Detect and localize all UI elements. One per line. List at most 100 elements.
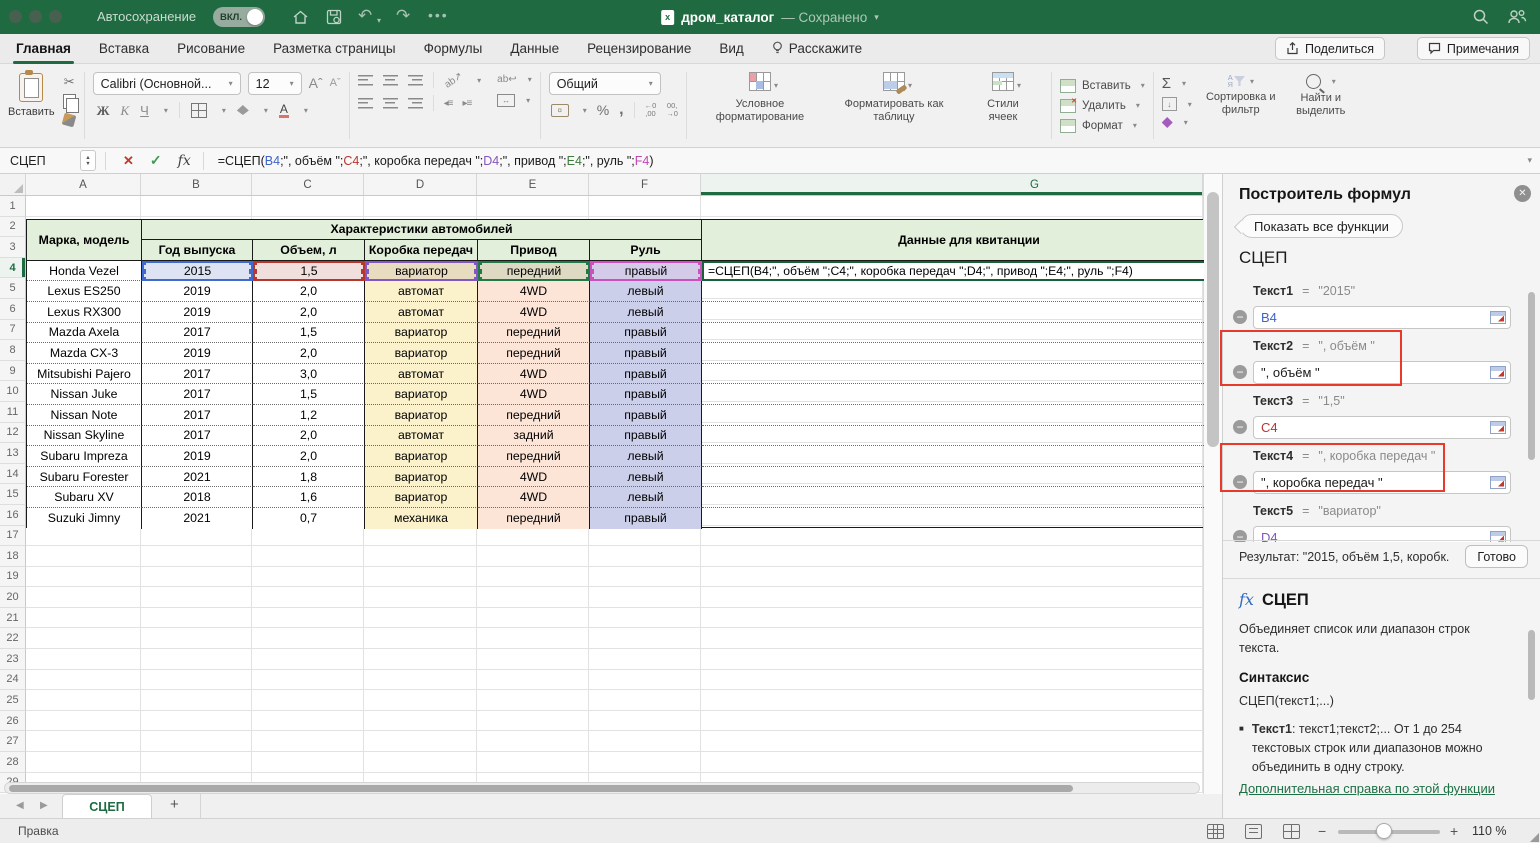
window-close-button[interactable]	[9, 10, 22, 23]
row-header-10[interactable]: 10	[0, 381, 26, 402]
window-minimize-button[interactable]	[29, 10, 42, 23]
remove-argument-button[interactable]: −	[1233, 310, 1247, 324]
row-header-5[interactable]: 5	[0, 278, 26, 299]
increase-font-icon[interactable]: Аˆ	[309, 76, 323, 91]
conditional-formatting-button[interactable]: ▾ Условное форматирование	[695, 70, 825, 141]
cell[interactable]	[364, 587, 477, 608]
cell[interactable]	[589, 690, 701, 711]
add-sheet-button[interactable]: +	[170, 796, 179, 813]
formula-input[interactable]: =СЦЕП(B4;", объём ";C4;", коробка переда…	[218, 154, 654, 168]
cell[interactable]	[141, 608, 252, 629]
increase-decimal-icon[interactable]: ←0,00	[645, 102, 657, 118]
copy-icon[interactable]	[63, 94, 76, 109]
table-header-group[interactable]: Характеристики автомобилей	[142, 220, 702, 241]
row-header-26[interactable]: 26	[0, 711, 26, 732]
cell-A5[interactable]: Lexus ES250	[27, 281, 142, 302]
selection-handle[interactable]	[142, 269, 146, 274]
cell[interactable]	[26, 546, 141, 567]
row-header-21[interactable]: 21	[0, 608, 26, 629]
cell[interactable]	[477, 608, 589, 629]
selection-handle[interactable]	[478, 261, 482, 265]
align-bottom-icon[interactable]	[408, 75, 423, 86]
cell[interactable]	[589, 752, 701, 773]
insert-cells-button[interactable]: Вставить▾	[1060, 79, 1145, 93]
tab-review[interactable]: Рецензирование	[587, 34, 691, 64]
row-header-25[interactable]: 25	[0, 690, 26, 711]
cell[interactable]	[477, 628, 589, 649]
table-header-marka[interactable]: Марка, модель	[27, 220, 142, 261]
currency-format-icon[interactable]: ¤	[551, 104, 569, 117]
row-header-15[interactable]: 15	[0, 484, 26, 505]
cell-F14[interactable]: левый	[590, 467, 702, 488]
cell-E4[interactable]: передний	[478, 261, 590, 282]
cell[interactable]	[701, 196, 1203, 217]
cell-G5[interactable]	[702, 281, 1204, 302]
cell[interactable]	[477, 670, 589, 691]
select-all-corner[interactable]	[0, 174, 26, 195]
args-scroll-thumb[interactable]	[1528, 292, 1535, 460]
cell-B16[interactable]: 2021	[142, 508, 253, 529]
align-middle-icon[interactable]	[383, 75, 398, 86]
sort-filter-button[interactable]: АЯ▾ Сортировка и фильтр	[1202, 70, 1280, 141]
font-name-select[interactable]: Calibri (Основной...▾	[93, 72, 241, 95]
cell-F15[interactable]: левый	[590, 487, 702, 508]
cell[interactable]	[252, 690, 364, 711]
cell-E11[interactable]: передний	[478, 405, 590, 426]
cell-C15[interactable]: 1,6	[253, 487, 365, 508]
cell[interactable]	[589, 587, 701, 608]
cell-E9[interactable]: 4WD	[478, 364, 590, 385]
cell[interactable]	[141, 546, 252, 567]
selection-handle[interactable]	[698, 269, 702, 274]
row-header-27[interactable]: 27	[0, 731, 26, 752]
cell-C12[interactable]: 2,0	[253, 426, 365, 447]
cell[interactable]	[141, 649, 252, 670]
zoom-slider[interactable]	[1338, 830, 1440, 834]
undo-icon[interactable]: ↶	[358, 6, 372, 26]
resize-handle[interactable]	[1530, 833, 1539, 842]
enter-icon[interactable]: ✓	[142, 152, 170, 169]
cell[interactable]	[477, 526, 589, 547]
cell-F16[interactable]: правый	[590, 508, 702, 529]
panel-close-icon[interactable]: ✕	[1514, 185, 1531, 202]
cell-F10[interactable]: правый	[590, 384, 702, 405]
cell-C13[interactable]: 2,0	[253, 446, 365, 467]
range-selector-icon[interactable]	[1490, 366, 1506, 379]
zoom-slider-knob[interactable]	[1376, 823, 1392, 839]
find-select-button[interactable]: ▾ Найти и выделить	[1290, 70, 1352, 141]
cell-C6[interactable]: 2,0	[253, 302, 365, 323]
selection-handle[interactable]	[478, 277, 482, 281]
cell-D9[interactable]: автомат	[365, 364, 478, 385]
cell-C11[interactable]: 1,2	[253, 405, 365, 426]
zoom-in-icon[interactable]: +	[1450, 823, 1458, 839]
cell-D13[interactable]: вариатор	[365, 446, 478, 467]
cell-A11[interactable]: Nissan Note	[27, 405, 142, 426]
cell-C16[interactable]: 0,7	[253, 508, 365, 529]
tab-data[interactable]: Данные	[510, 34, 559, 64]
underline-button[interactable]: Ч	[140, 103, 149, 118]
cell[interactable]	[141, 567, 252, 588]
cell[interactable]	[477, 567, 589, 588]
autosum-icon[interactable]: Σ	[1162, 76, 1171, 91]
clear-icon[interactable]	[1162, 117, 1173, 128]
redo-icon[interactable]: ↷	[396, 6, 410, 26]
cell[interactable]	[252, 711, 364, 732]
italic-button[interactable]: К	[121, 103, 130, 118]
help-scroll-thumb[interactable]	[1528, 630, 1535, 700]
done-button[interactable]: Готово	[1465, 545, 1528, 568]
horizontal-scrollbar[interactable]	[4, 782, 1200, 794]
cell[interactable]	[701, 731, 1203, 752]
argument-field[interactable]: C4	[1253, 416, 1511, 439]
cell[interactable]	[26, 711, 141, 732]
cell[interactable]	[252, 628, 364, 649]
align-left-icon[interactable]	[358, 98, 373, 109]
vertical-scroll-thumb[interactable]	[1207, 192, 1219, 447]
cell[interactable]	[589, 731, 701, 752]
cell[interactable]	[364, 690, 477, 711]
cell[interactable]	[26, 752, 141, 773]
cell[interactable]	[701, 546, 1203, 567]
cell[interactable]	[252, 731, 364, 752]
orientation-icon[interactable]: ab↗	[441, 68, 466, 91]
row-header-17[interactable]: 17	[0, 526, 26, 547]
cell[interactable]	[141, 731, 252, 752]
table-subheader[interactable]: Год выпуска	[142, 240, 253, 261]
